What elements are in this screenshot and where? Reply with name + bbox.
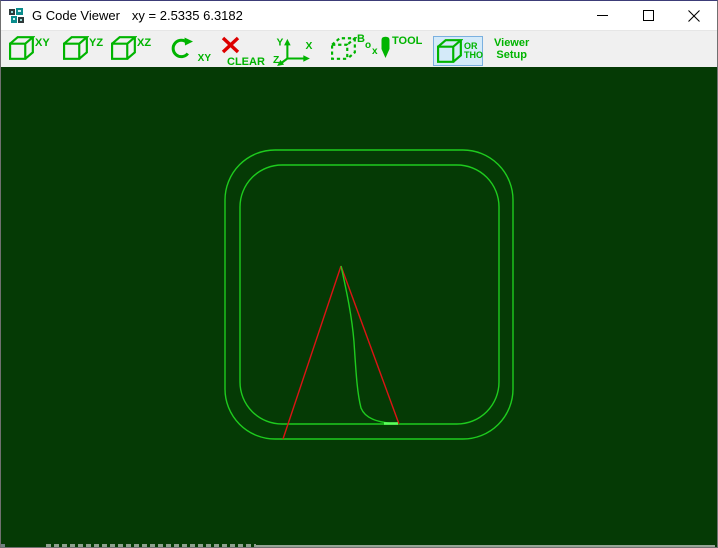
app-window: G Code Viewer xy = 2.5335 6.3182 XY YZ X… (0, 0, 718, 548)
titlebar-xy-coordinates: xy = 2.5335 6.3182 (131, 8, 243, 23)
cube-icon (111, 36, 137, 60)
view-xz-button[interactable]: XZ (111, 36, 159, 62)
axes-z-label: Z (273, 55, 279, 66)
toolbar: XY YZ XZ XY CLEAR Y X Z B o x TOOL OR TH… (1, 31, 717, 68)
view-xz-label: XZ (137, 37, 152, 49)
axes-y-label: Y (276, 37, 283, 48)
viewer-setup-button[interactable]: Viewer Setup (494, 36, 548, 62)
rotate-xy-button[interactable]: XY (169, 36, 211, 64)
box-button[interactable]: B o x (331, 33, 378, 62)
cube-icon (63, 36, 89, 60)
rotate-xy-label: XY (197, 53, 211, 64)
box-label-o: o (365, 40, 372, 51)
cube-icon (9, 36, 35, 60)
maximize-button[interactable] (625, 1, 671, 30)
box-label-x: x (372, 46, 378, 57)
view-xy-button[interactable]: XY (9, 36, 57, 62)
minimize-button[interactable] (579, 1, 625, 30)
view-xy-label: XY (35, 37, 50, 49)
dashed-cube-icon (331, 37, 357, 60)
status-strip-solid (256, 545, 715, 547)
cube-icon (437, 39, 463, 63)
tool-label: TOOL (392, 35, 423, 47)
axes-x-label: X (306, 41, 313, 52)
rotate-icon (171, 37, 193, 59)
app-icon (9, 7, 25, 24)
clear-x-icon (221, 36, 240, 54)
ortho-label: OR THO (464, 41, 483, 60)
window-controls (579, 1, 717, 30)
status-strip-dashes (46, 544, 256, 547)
close-button[interactable] (671, 1, 717, 30)
window-title: G Code Viewer (32, 8, 120, 23)
ortho-toggle-button[interactable]: OR THO (433, 36, 483, 66)
clipped-status-text (1, 544, 717, 547)
viewer-setup-label: Viewer Setup (494, 37, 530, 61)
toolpath-drawing (224, 149, 514, 440)
view-yz-button[interactable]: YZ (63, 36, 111, 62)
axes-icon: Y X Z (273, 37, 313, 66)
tool-button[interactable]: TOOL (379, 36, 425, 62)
box-label-b: B (357, 33, 365, 45)
titlebar: G Code Viewer xy = 2.5335 6.3182 (1, 1, 717, 31)
view-yz-label: YZ (89, 37, 104, 49)
axes-button[interactable]: Y X Z (271, 36, 321, 66)
clear-button[interactable]: CLEAR (221, 36, 265, 68)
status-strip-notch (1, 544, 5, 547)
tool-bit-icon (381, 36, 390, 58)
gcode-viewport[interactable] (1, 67, 717, 547)
